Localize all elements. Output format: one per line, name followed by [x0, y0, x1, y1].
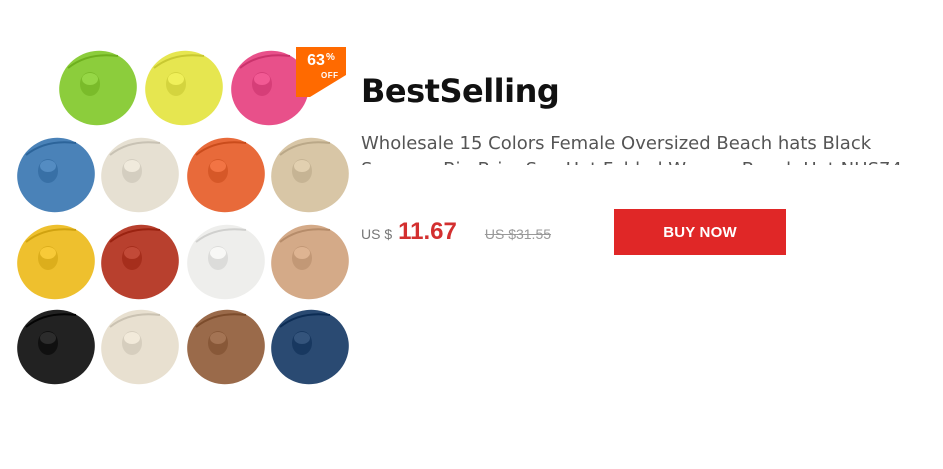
hat-crown-top: [294, 160, 310, 172]
hat-crown-top: [210, 332, 226, 344]
hat-crown-top: [254, 73, 270, 85]
hat-crown-top: [82, 73, 98, 85]
currency-label: US $: [361, 226, 393, 242]
hat-crown-top: [40, 247, 56, 259]
hat-crown-top: [124, 247, 140, 259]
hat-crown-top: [124, 160, 140, 172]
hat-crown-top: [210, 160, 226, 172]
hat-1: [59, 50, 137, 126]
hat-15: [271, 309, 349, 385]
hat-11: [271, 224, 349, 300]
section-title: BestSelling: [361, 72, 560, 110]
product-title-box[interactable]: Wholesale 15 Colors Female Oversized Bea…: [361, 131, 921, 165]
hat-crown-top: [40, 160, 56, 172]
hat-crown-top: [210, 247, 226, 259]
discount-percent: 63: [307, 52, 325, 69]
price-row: US $ 11.67 US $31.55: [361, 218, 551, 250]
hat-8: [17, 224, 95, 300]
discount-off-label: OFF: [321, 71, 339, 80]
hat-2: [145, 50, 223, 126]
hat-9: [101, 224, 179, 300]
hat-crown-top: [294, 332, 310, 344]
hat-6: [187, 137, 265, 213]
hat-12: [17, 309, 95, 385]
buy-now-button[interactable]: BUY NOW: [614, 209, 786, 255]
product-title[interactable]: Wholesale 15 Colors Female Oversized Bea…: [361, 131, 921, 165]
hat-7: [271, 137, 349, 213]
hat-crown-top: [40, 332, 56, 344]
hat-10: [187, 224, 265, 300]
original-price: US $31.55: [484, 226, 552, 242]
hat-13: [101, 309, 179, 385]
hat-crown-top: [294, 247, 310, 259]
hat-4: [17, 137, 95, 213]
discount-percent-sign: %: [325, 52, 335, 63]
hat-crown-top: [124, 332, 140, 344]
hat-14: [187, 309, 265, 385]
current-price: 11.67: [398, 218, 457, 245]
discount-badge: 63% OFF: [296, 47, 346, 97]
hat-5: [101, 137, 179, 213]
hat-crown-top: [168, 73, 184, 85]
discount-percent-group: 63%: [296, 53, 346, 69]
